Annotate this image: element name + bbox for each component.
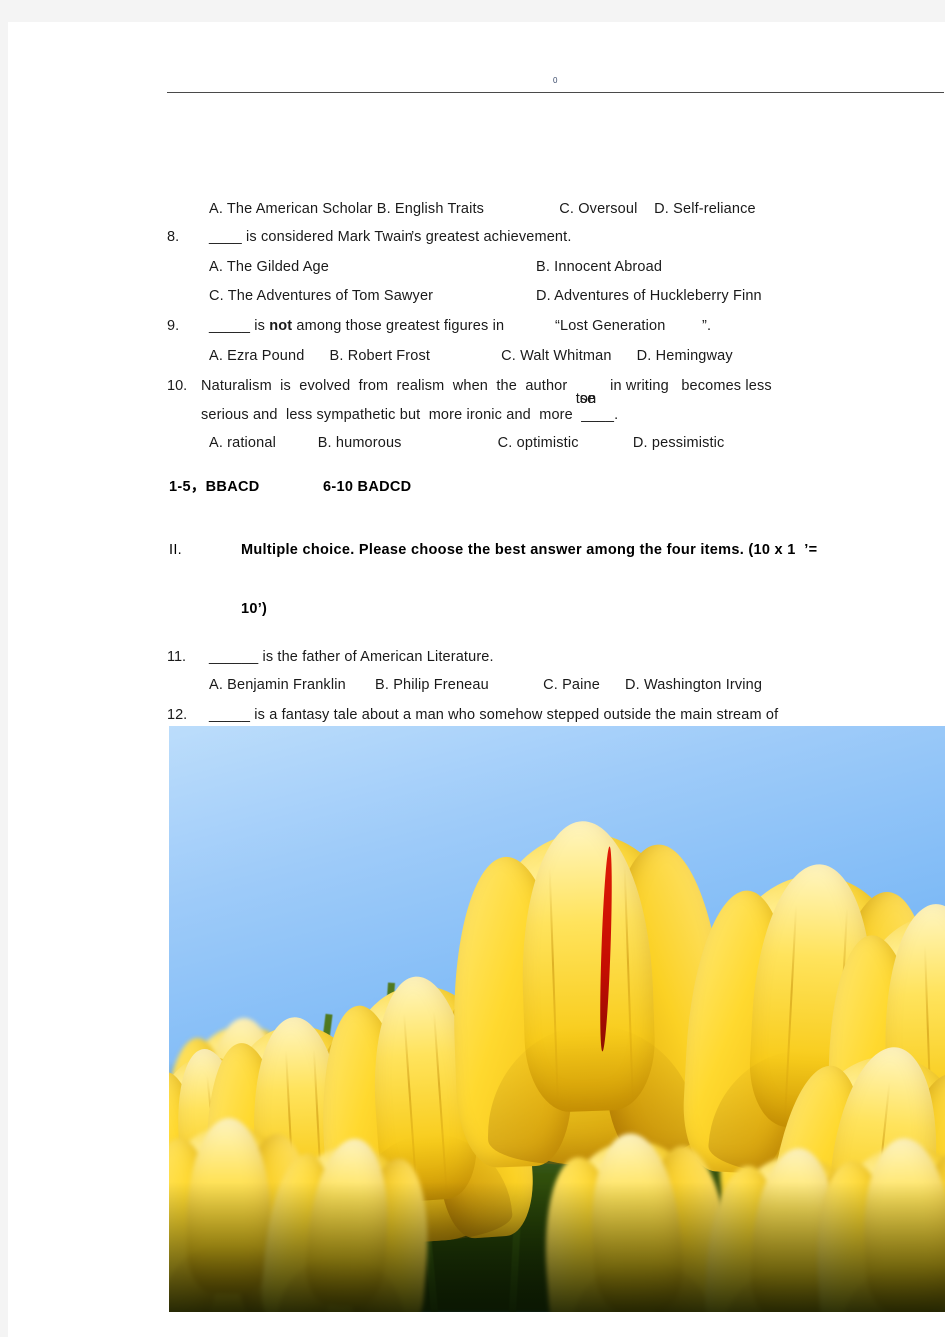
q8-option-c: C. The Adventures of Tom Sawyer bbox=[209, 288, 434, 304]
q11-stem: ______ is the father of American Literat… bbox=[209, 649, 494, 665]
q8-option-d: D. Adventures of Huckleberry Finn bbox=[536, 288, 762, 304]
section2-heading-line1: Multiple choice. Please choose the best … bbox=[241, 542, 818, 558]
q10-stem-line1: Naturalism is evolved from realism when … bbox=[201, 377, 772, 407]
q8-option-b: B. Innocent Abroad bbox=[536, 259, 663, 275]
q10-number: 10. bbox=[167, 378, 188, 394]
q9-stem-quote-open: “Lost Generation bbox=[555, 318, 666, 334]
q11-options: A. Benjamin Franklin B. Philip Freneau C… bbox=[209, 677, 763, 693]
q11-number: 11. bbox=[167, 649, 187, 665]
document-page: 0 A. The American Scholar B. English Tra… bbox=[8, 22, 945, 1337]
q9-stem: _____ is not among those greatest figure… bbox=[209, 317, 504, 335]
q9-stem-quote-close: ”. bbox=[702, 318, 712, 334]
q9-options: A. Ezra Pound B. Robert Frost C. Walt Wh… bbox=[209, 348, 733, 364]
q8-stem-part1: ____ is considered Mark Twain bbox=[209, 229, 413, 245]
q10-options: A. rational B. humorous C. optimistic D.… bbox=[209, 435, 725, 451]
q10-stem-line1-part2: in writing becomes less bbox=[601, 378, 772, 394]
tulip-photograph bbox=[169, 726, 945, 1312]
q9-stem-emphasis: not bbox=[269, 318, 293, 334]
tulip-hero-center bbox=[448, 818, 729, 1169]
q7-options: A. The American Scholar B. English Trait… bbox=[209, 201, 756, 217]
q10-stem-line2: serious and less sympathetic but more ir… bbox=[201, 407, 619, 423]
q9-stem-part2: among those greatest figures in bbox=[292, 318, 505, 334]
q9-stem-part1: _____ is bbox=[209, 318, 270, 334]
q8-stem-part2: ’s greatest achievement. bbox=[411, 229, 572, 245]
q9-number: 9. bbox=[167, 318, 180, 334]
answer-key-left: 1-5，BBACD bbox=[169, 479, 260, 495]
answer-key-right: 6-10 BADCD bbox=[323, 479, 412, 495]
q12-number: 12. bbox=[167, 707, 188, 723]
q8-number: 8. bbox=[167, 229, 180, 245]
header-rule bbox=[167, 92, 944, 93]
foliage-shadow bbox=[169, 1182, 945, 1312]
section2-numeral: II. bbox=[169, 542, 182, 558]
q12-stem: _____ is a fantasy tale about a man who … bbox=[209, 707, 779, 723]
q8-option-a: A. The Gilded Age bbox=[209, 259, 329, 275]
q10-stem-line1-part1: Naturalism is evolved from realism when … bbox=[201, 378, 576, 394]
header-page-mark: 0 bbox=[553, 76, 558, 85]
section2-heading-line2: 10’) bbox=[241, 601, 268, 617]
